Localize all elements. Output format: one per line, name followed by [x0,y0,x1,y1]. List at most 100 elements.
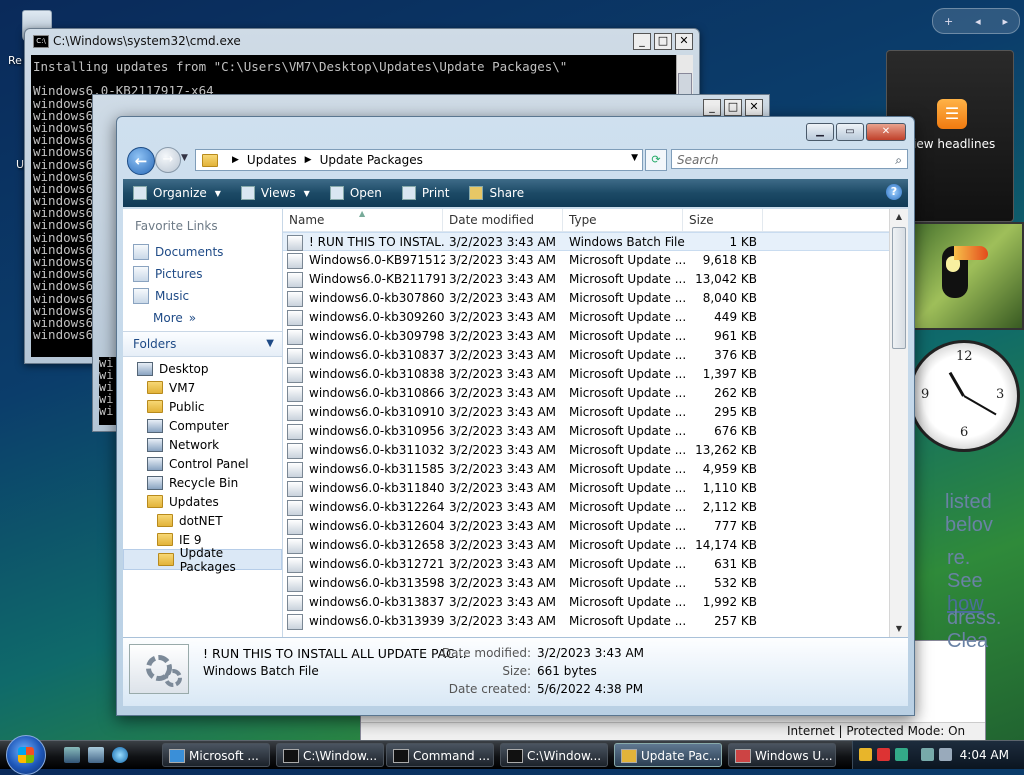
scroll-down-icon[interactable]: ▼ [890,621,908,637]
breadcrumb-updates[interactable]: Updates [247,153,297,167]
breadcrumb-separator[interactable]: ▶ [232,155,239,165]
favorite-more[interactable]: More » [123,307,282,329]
next-gadget-icon[interactable]: ▸ [1003,15,1009,28]
minute-hand [963,395,997,416]
taskbar-button[interactable]: C:\Window... [276,743,384,767]
tree-item[interactable]: Updates [123,492,282,511]
breadcrumb-separator[interactable]: ▶ [305,155,312,165]
open-button[interactable]: Open [320,179,392,207]
file-row[interactable]: windows6.0-kb311840... 3/2/2023 3:43 AM Mi… [283,479,897,498]
taskbar-button[interactable]: C:\Window... [500,743,608,767]
minimize-button[interactable]: _ [633,33,651,50]
help-icon[interactable]: ? [886,184,902,200]
network-status-icon[interactable] [921,748,934,761]
file-row[interactable]: windows6.0-kb312721... 3/2/2023 3:43 AM Mi… [283,555,897,574]
address-dropdown-icon[interactable]: ▼ [631,153,638,163]
file-row[interactable]: windows6.0-kb311032... 3/2/2023 3:43 AM Mi… [283,441,897,460]
taskbar-button[interactable]: Windows U... [728,743,836,767]
recent-pages-dropdown[interactable]: ▼ [181,153,188,163]
file-row[interactable]: windows6.0-kb313837... 3/2/2023 3:43 AM Mi… [283,593,897,612]
switch-windows-icon[interactable] [88,747,104,763]
file-row[interactable]: windows6.0-kb307860... 3/2/2023 3:43 AM Mi… [283,289,897,308]
file-row[interactable]: windows6.0-kb313598... 3/2/2023 3:43 AM Mi… [283,574,897,593]
file-row[interactable]: windows6.0-kb312604... 3/2/2023 3:43 AM Mi… [283,517,897,536]
taskbar-button[interactable]: Microsoft ... [162,743,270,767]
address-bar[interactable]: ▶ Updates ▶ Update Packages ▼ [195,149,643,171]
print-button[interactable]: Print [392,179,460,207]
tree-item[interactable]: Computer [123,416,282,435]
file-row[interactable]: Windows6.0-KB971512... 3/2/2023 3:43 AM Mi… [283,251,897,270]
tree-item[interactable]: dotNET [123,511,282,530]
taskbar-button[interactable]: Command ... [386,743,494,767]
maximize-button[interactable]: □ [654,33,672,50]
tree-item[interactable]: Update Packages [123,546,282,574]
search-input[interactable]: Search ⌕ [671,149,908,169]
taskbar-button[interactable]: Update Pac... [614,743,722,767]
favorite-music[interactable]: Music [123,285,282,307]
share-button[interactable]: Share [459,179,534,207]
file-row[interactable]: windows6.0-kb310866... 3/2/2023 3:43 AM Mi… [283,384,897,403]
chevron-down-icon: ▼ [266,338,274,349]
file-row[interactable]: windows6.0-kb312658... 3/2/2023 3:43 AM Mi… [283,536,897,555]
search-icon[interactable]: ⌕ [895,150,902,170]
file-row[interactable]: windows6.0-kb312264... 3/2/2023 3:43 AM Mi… [283,498,897,517]
warning-icon[interactable] [877,748,890,761]
column-date-modified[interactable]: Date modified [443,209,563,231]
file-row[interactable]: windows6.0-kb310838... 3/2/2023 3:43 AM Mi… [283,365,897,384]
breadcrumb-update-packages[interactable]: Update Packages [320,153,423,167]
file-row[interactable]: windows6.0-kb309798... 3/2/2023 3:43 AM Mi… [283,327,897,346]
minimize-button[interactable]: ▁ [806,123,834,141]
add-gadget-icon[interactable]: + [944,15,953,28]
prev-gadget-icon[interactable]: ◂ [975,15,981,28]
file-row[interactable]: windows6.0-kb310910... 3/2/2023 3:43 AM Mi… [283,403,897,422]
sidebar-controls[interactable]: + ◂ ▸ [932,8,1020,34]
network-icon[interactable] [895,748,908,761]
folders-toggle[interactable]: Folders ▼ [123,331,282,357]
column-type[interactable]: Type [563,209,683,231]
back-button[interactable]: ← [127,147,155,175]
file-row[interactable]: windows6.0-kb313939... 3/2/2023 3:43 AM Mi… [283,612,897,631]
ie-text-line2: re. See how [947,547,985,616]
slideshow-gadget[interactable] [900,222,1024,330]
close-button[interactable]: ✕ [675,33,693,50]
file-row[interactable]: ! RUN THIS TO INSTAL... 3/2/2023 3:43 AM W… [283,232,897,251]
maximize-button[interactable]: ▭ [836,123,864,141]
show-desktop-icon[interactable] [64,747,80,763]
file-row[interactable]: windows6.0-kb310956... 3/2/2023 3:43 AM Mi… [283,422,897,441]
rss-icon: ☰ [937,99,967,129]
scroll-up-icon[interactable]: ▲ [890,209,908,225]
scrollbar-thumb[interactable] [892,227,906,349]
tree-item[interactable]: Public [123,397,282,416]
file-row[interactable]: Windows6.0-KB211791... 3/2/2023 3:43 AM Mi… [283,270,897,289]
minimize-button[interactable]: _ [703,99,721,116]
volume-muted-icon[interactable] [939,748,952,761]
tree-item[interactable]: Network [123,435,282,454]
tree-item[interactable]: Recycle Bin [123,473,282,492]
organize-button[interactable]: Organize ▼ [123,179,231,207]
tree-item[interactable]: Desktop [123,359,282,378]
close-button[interactable]: ✕ [866,123,906,141]
explorer-window[interactable]: ▁ ▭ ✕ ← → ▼ ▶ Updates ▶ Update Packages … [116,116,915,716]
file-list-scrollbar[interactable]: ▲ ▼ [889,209,908,637]
security-shield-icon[interactable] [859,748,872,761]
tree-item[interactable]: VM7 [123,378,282,397]
file-row[interactable]: windows6.0-kb309260... 3/2/2023 3:43 AM Mi… [283,308,897,327]
favorite-pictures[interactable]: Pictures [123,263,282,285]
taskbar-clock[interactable]: 4:04 AM [960,741,1009,769]
file-name: windows6.0-kb313837... [309,595,445,609]
favorite-documents[interactable]: Documents [123,241,282,263]
column-size[interactable]: Size [683,209,763,231]
clock-gadget[interactable]: 12 3 6 9 [908,340,1020,452]
file-size: 961 KB [714,329,757,343]
views-button[interactable]: Views ▼ [231,179,320,207]
file-row[interactable]: windows6.0-kb310837... 3/2/2023 3:43 AM Mi… [283,346,897,365]
tree-item[interactable]: Control Panel [123,454,282,473]
forward-button[interactable]: → [155,147,181,173]
refresh-button[interactable]: ⟳ [645,149,667,171]
start-button[interactable] [6,735,46,775]
close-button[interactable]: ✕ [745,99,763,116]
maximize-button[interactable]: □ [724,99,742,116]
file-size: 13,262 KB [695,443,757,457]
file-row[interactable]: windows6.0-kb311585... 3/2/2023 3:43 AM Mi… [283,460,897,479]
ie-quicklaunch-icon[interactable] [112,747,128,763]
